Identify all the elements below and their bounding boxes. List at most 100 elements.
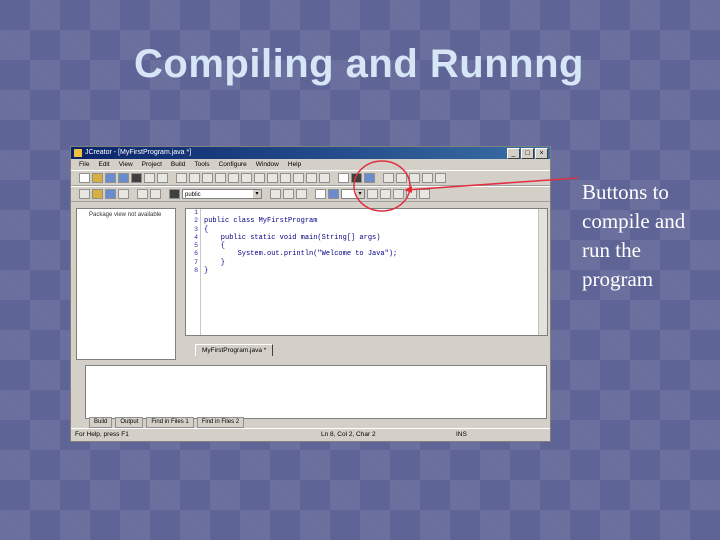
slide-title: Compiling and Runnng	[134, 42, 584, 86]
copy-icon[interactable]	[144, 173, 155, 183]
package-view-label: Package view not available	[89, 212, 162, 218]
clear-bookmarks-icon[interactable]	[267, 173, 278, 183]
status-bar: For Help, press F1 Ln 8, Col 2, Char 2 I…	[71, 428, 550, 441]
package-view-pane[interactable]: Package view not available	[76, 208, 176, 360]
stop-icon[interactable]	[383, 173, 394, 183]
menu-file[interactable]: File	[79, 159, 89, 170]
line-number: 2	[194, 217, 198, 225]
search-combo[interactable]: public ▾	[182, 189, 262, 199]
menu-tools[interactable]: Tools	[194, 159, 209, 170]
window-titlebar[interactable]: JCreator - [MyFirstProgram.java *] _ □ ×	[71, 147, 550, 159]
code-line: }	[204, 267, 209, 276]
code-line: {	[204, 225, 209, 234]
line-number: 1	[194, 209, 198, 216]
code-content[interactable]: public class MyFirstProgram { public sta…	[204, 209, 397, 275]
match-brace-icon[interactable]	[319, 173, 330, 183]
back-icon[interactable]	[393, 189, 404, 199]
step-over-icon[interactable]	[422, 173, 433, 183]
menu-configure[interactable]: Configure	[219, 159, 247, 170]
print-icon[interactable]	[79, 189, 90, 199]
line-number: 6	[194, 250, 198, 258]
tab-output[interactable]: Output	[115, 417, 144, 428]
app-icon	[74, 149, 82, 157]
config-combo[interactable]: ▾	[341, 189, 365, 199]
editor-scrollbar[interactable]	[538, 209, 547, 335]
compile-file-icon[interactable]	[315, 189, 326, 199]
menu-bar: File Edit View Project Build Tools Confi…	[71, 159, 550, 170]
step-icon[interactable]	[409, 173, 420, 183]
status-help: For Help, press F1	[75, 431, 129, 438]
output-pane[interactable]	[85, 365, 547, 419]
line-number: 7	[194, 258, 198, 266]
menu-build[interactable]: Build	[171, 159, 185, 170]
code-line: System.out.println("Welcome to Java");	[204, 250, 398, 259]
comment-icon[interactable]	[202, 173, 213, 183]
minimize-button[interactable]: _	[507, 148, 520, 159]
rebuild-icon[interactable]	[380, 189, 391, 199]
compile-file-icon[interactable]	[338, 173, 349, 183]
build-project-icon[interactable]	[351, 173, 362, 183]
undo-icon[interactable]	[137, 189, 148, 199]
outdent-icon[interactable]	[189, 173, 200, 183]
status-mode: INS	[456, 431, 467, 438]
tool-3-icon[interactable]	[296, 189, 307, 199]
search-icon[interactable]	[169, 189, 180, 199]
forward-icon[interactable]	[406, 189, 417, 199]
nav-icon[interactable]	[419, 189, 430, 199]
code-line: {	[204, 242, 226, 251]
tab-find-in-files-2[interactable]: Find in Files 2	[196, 417, 245, 428]
menu-project[interactable]: Project	[142, 159, 162, 170]
maximize-button[interactable]: □	[521, 148, 534, 159]
ide-window: JCreator - [MyFirstProgram.java *] _ □ ×…	[70, 146, 551, 442]
class-icon[interactable]	[105, 189, 116, 199]
goto-icon[interactable]	[306, 173, 317, 183]
menu-window[interactable]: Window	[256, 159, 279, 170]
new-file-icon[interactable]	[79, 173, 90, 183]
find-icon[interactable]	[280, 173, 291, 183]
code-editor[interactable]: 1 2 3 4 5 6 7 8 public class MyFirstProg…	[185, 208, 548, 336]
run-icon[interactable]	[328, 189, 339, 199]
tab-build[interactable]: Build	[89, 417, 113, 428]
workspace-icon[interactable]	[118, 189, 129, 199]
menu-view[interactable]: View	[119, 159, 133, 170]
execute-icon[interactable]	[364, 173, 375, 183]
debug-icon[interactable]	[396, 173, 407, 183]
line-number: 4	[194, 233, 198, 241]
tool-1-icon[interactable]	[270, 189, 281, 199]
save-icon[interactable]	[105, 173, 116, 183]
document-tab[interactable]: MyFirstProgram.java *	[195, 344, 274, 356]
line-number: 3	[194, 225, 198, 233]
watch-icon[interactable]	[435, 173, 446, 183]
status-position: Ln 8, Col 2, Char 2	[321, 431, 376, 438]
build-icon[interactable]	[367, 189, 378, 199]
cut-icon[interactable]	[131, 173, 142, 183]
bookmark-icon[interactable]	[228, 173, 239, 183]
redo-icon[interactable]	[150, 189, 161, 199]
window-title: JCreator - [MyFirstProgram.java *]	[85, 149, 192, 156]
save-all-icon[interactable]	[118, 173, 129, 183]
code-line: public class MyFirstProgram	[204, 217, 318, 226]
tab-find-in-files-1[interactable]: Find in Files 1	[146, 417, 194, 428]
project-icon[interactable]	[92, 189, 103, 199]
prev-bookmark-icon[interactable]	[254, 173, 265, 183]
chevron-down-icon[interactable]: ▾	[253, 190, 261, 198]
code-line: }	[204, 258, 226, 267]
open-folder-icon[interactable]	[92, 173, 103, 183]
output-tabs: Build Output Find in Files 1 Find in Fil…	[89, 417, 245, 428]
search-combo-value: public	[185, 192, 201, 198]
line-number: 5	[194, 242, 198, 250]
replace-icon[interactable]	[293, 173, 304, 183]
code-line: public static void main(String[] args)	[204, 233, 381, 242]
menu-edit[interactable]: Edit	[98, 159, 109, 170]
next-bookmark-icon[interactable]	[241, 173, 252, 183]
indent-icon[interactable]	[176, 173, 187, 183]
menu-help[interactable]: Help	[288, 159, 301, 170]
paste-icon[interactable]	[157, 173, 168, 183]
callout-text: Buttons to compile and run the program	[582, 180, 686, 291]
close-button[interactable]: ×	[535, 148, 548, 159]
toolbar-top	[71, 170, 550, 186]
left-pane-header	[76, 199, 174, 208]
tool-2-icon[interactable]	[283, 189, 294, 199]
uncomment-icon[interactable]	[215, 173, 226, 183]
